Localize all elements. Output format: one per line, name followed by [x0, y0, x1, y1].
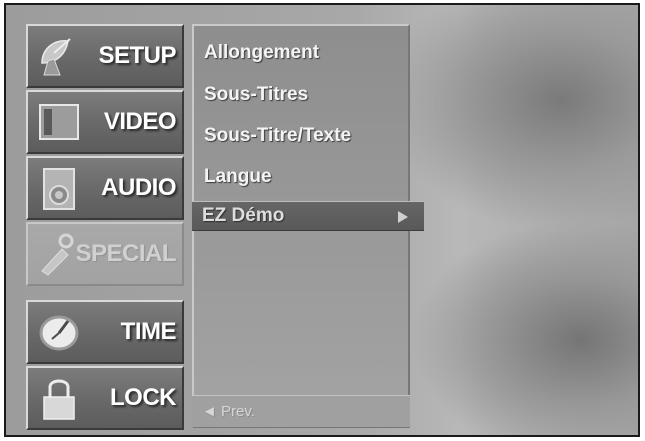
- satellite-dish-icon: [41, 38, 71, 76]
- speaker-icon: [43, 168, 75, 210]
- menu-item-allongement[interactable]: Allongement: [204, 36, 319, 70]
- tab-video-label: VIDEO: [103, 108, 177, 135]
- padlock-icon: [43, 379, 75, 420]
- tab-special-label: SPECIAL: [75, 240, 176, 267]
- tab-video[interactable]: VIDEO: [26, 90, 184, 154]
- clock-icon: [39, 315, 79, 351]
- ez-demo-label: EZ Démo: [202, 205, 285, 226]
- tab-setup-label: SETUP: [98, 42, 176, 69]
- tab-audio[interactable]: AUDIO: [26, 156, 184, 220]
- prev-label: ◄ Prev.: [202, 403, 255, 420]
- chevron-right-icon: [398, 211, 408, 223]
- tab-special[interactable]: SPECIAL: [26, 222, 184, 286]
- tab-audio-label: AUDIO: [101, 174, 176, 201]
- menu-item-sous-titres[interactable]: Sous-Titres: [204, 78, 308, 112]
- monitor-icon: [39, 104, 79, 140]
- prev-button[interactable]: ◄ Prev.: [192, 395, 410, 427]
- tab-lock[interactable]: LOCK: [26, 366, 184, 430]
- menu-item-langue[interactable]: Langue: [204, 160, 272, 194]
- tab-setup[interactable]: SETUP: [26, 24, 184, 88]
- tab-lock-label: LOCK: [110, 384, 177, 411]
- tab-time-label: TIME: [120, 318, 177, 345]
- tv-osd-screen: SETUP VIDEO AUDIO SPECIAL TIME LOCK Allo…: [4, 3, 640, 437]
- tab-time[interactable]: TIME: [26, 300, 184, 364]
- menu-item-sous-titre-texte[interactable]: Sous-Titre/Texte: [204, 119, 351, 153]
- menu-item-ez-demo[interactable]: EZ Démo: [192, 201, 424, 231]
